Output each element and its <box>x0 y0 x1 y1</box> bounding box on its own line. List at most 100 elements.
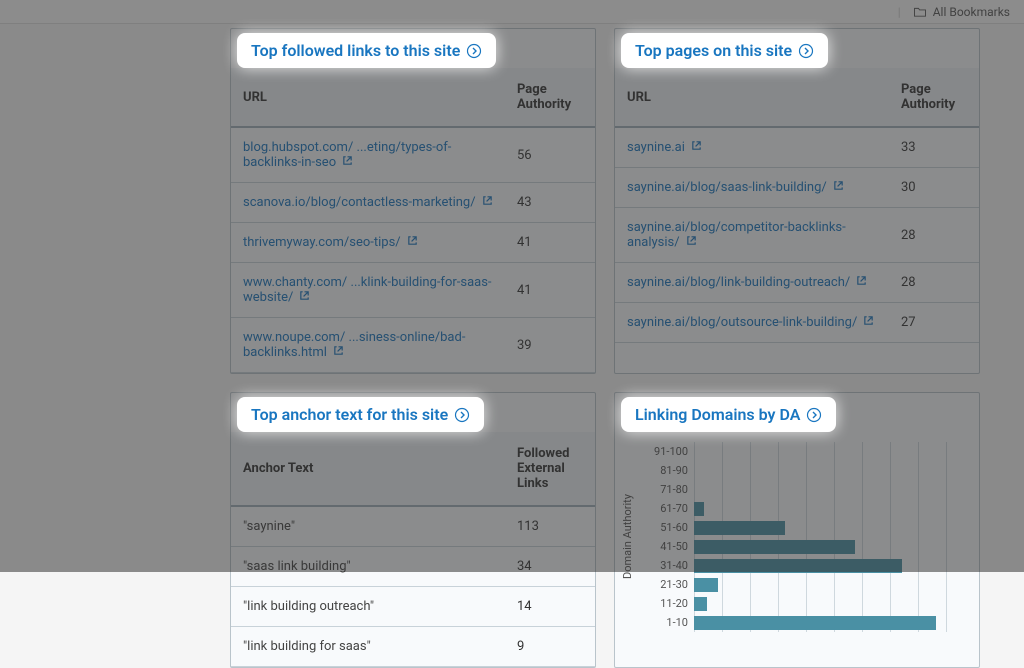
chart-bar <box>694 559 902 573</box>
all-bookmarks-link[interactable]: All Bookmarks <box>933 5 1010 19</box>
external-link-icon <box>299 290 310 305</box>
table-row: "saas link building"34 <box>231 547 595 587</box>
pa-cell: 28 <box>889 208 979 263</box>
chart-bar-area <box>694 575 963 594</box>
chart-category-label: 91-100 <box>642 445 694 458</box>
chart-row: 31-40 <box>642 556 963 575</box>
col-page-authority: Page Authority <box>889 68 979 127</box>
chart-category-label: 81-90 <box>642 464 694 477</box>
pa-cell: 43 <box>505 183 595 223</box>
table-row: blog.hubspot.com/ ...eting/types-of-back… <box>231 127 595 183</box>
external-link-icon <box>863 315 874 330</box>
anchor-cell[interactable]: "link building for saas" <box>231 627 505 667</box>
count-cell: 113 <box>505 506 595 547</box>
url-cell[interactable]: scanova.io/blog/contactless-marketing/ <box>231 183 505 223</box>
top-pages-card: Top pages on this site URL Page Authorit… <box>614 28 980 374</box>
chevron-right-circle-icon <box>798 43 814 59</box>
url-cell[interactable]: thrivemyway.com/seo-tips/ <box>231 223 505 263</box>
external-link-icon <box>482 195 493 210</box>
folder-icon <box>913 6 927 17</box>
chevron-right-circle-icon <box>806 407 822 423</box>
count-cell: 9 <box>505 627 595 667</box>
y-axis-label: Domain Authority <box>621 442 634 632</box>
chart-bar-area <box>694 518 963 537</box>
chart-category-label: 71-80 <box>642 483 694 496</box>
chart-category-label: 41-50 <box>642 540 694 553</box>
url-cell[interactable]: saynine.ai/blog/link-building-outreach/ <box>615 263 889 303</box>
chart-bar-area <box>694 594 963 613</box>
table-row: saynine.ai/blog/saas-link-building/30 <box>615 168 979 208</box>
anchor-cell[interactable]: "link building outreach" <box>231 587 505 627</box>
chart-row: 11-20 <box>642 594 963 613</box>
url-cell[interactable]: saynine.ai/blog/competitor-backlinks-ana… <box>615 208 889 263</box>
table-row: saynine.ai/blog/competitor-backlinks-ana… <box>615 208 979 263</box>
col-url: URL <box>231 68 505 127</box>
chart-category-label: 1-10 <box>642 616 694 629</box>
anchor-cell[interactable]: "saas link building" <box>231 547 505 587</box>
card-title-text: Top pages on this site <box>635 41 792 60</box>
chart-bar-area <box>694 613 963 632</box>
chart-category-label: 61-70 <box>642 502 694 515</box>
external-link-icon <box>407 235 418 250</box>
top-pages-table: URL Page Authority saynine.ai33saynine.a… <box>615 68 979 343</box>
url-cell[interactable]: www.noupe.com/ ...siness-online/bad-back… <box>231 318 505 373</box>
followed-links-card: Top followed links to this site URL Page… <box>230 28 596 374</box>
url-cell[interactable]: saynine.ai/blog/saas-link-building/ <box>615 168 889 208</box>
pa-cell: 27 <box>889 303 979 343</box>
pa-cell: 28 <box>889 263 979 303</box>
col-page-authority: Page Authority <box>505 68 595 127</box>
table-row: saynine.ai/blog/outsource-link-building/… <box>615 303 979 343</box>
count-cell: 34 <box>505 547 595 587</box>
chart-row: 21-30 <box>642 575 963 594</box>
table-row: saynine.ai/blog/link-building-outreach/2… <box>615 263 979 303</box>
external-link-icon <box>833 180 844 195</box>
pa-cell: 39 <box>505 318 595 373</box>
card-title-text: Top followed links to this site <box>251 41 460 60</box>
chart-bar <box>694 521 785 535</box>
card-title-text: Linking Domains by DA <box>635 405 800 424</box>
chart-bar-area <box>694 461 963 480</box>
table-row: scanova.io/blog/contactless-marketing/43 <box>231 183 595 223</box>
external-link-icon <box>691 140 702 155</box>
url-cell[interactable]: www.chanty.com/ ...klink-building-for-sa… <box>231 263 505 318</box>
chart-bar-area <box>694 499 963 518</box>
chart-row: 51-60 <box>642 518 963 537</box>
da-chart: Domain Authority 91-100 81-90 71-80 61-70 51… <box>615 432 979 642</box>
pa-cell: 41 <box>505 263 595 318</box>
chart-bar <box>694 578 718 592</box>
followed-links-table: URL Page Authority blog.hubspot.com/ ...… <box>231 68 595 373</box>
external-link-icon <box>856 275 867 290</box>
pa-cell: 33 <box>889 127 979 168</box>
linking-domains-title[interactable]: Linking Domains by DA <box>621 397 836 432</box>
chart-bar <box>694 540 855 554</box>
external-link-icon <box>333 345 344 360</box>
chart-row: 71-80 <box>642 480 963 499</box>
count-cell: 14 <box>505 587 595 627</box>
pa-cell: 41 <box>505 223 595 263</box>
chart-category-label: 31-40 <box>642 559 694 572</box>
table-row: thrivemyway.com/seo-tips/41 <box>231 223 595 263</box>
chevron-right-circle-icon <box>466 43 482 59</box>
anchor-cell[interactable]: "saynine" <box>231 506 505 547</box>
pa-cell: 56 <box>505 127 595 183</box>
top-pages-title[interactable]: Top pages on this site <box>621 33 828 68</box>
chart-bar-area <box>694 537 963 556</box>
followed-links-title[interactable]: Top followed links to this site <box>237 33 496 68</box>
url-cell[interactable]: blog.hubspot.com/ ...eting/types-of-back… <box>231 127 505 183</box>
anchor-text-title[interactable]: Top anchor text for this site <box>237 397 484 432</box>
chart-row: 81-90 <box>642 461 963 480</box>
col-followed-links: Followed External Links <box>505 432 595 506</box>
chart-row: 1-10 <box>642 613 963 632</box>
external-link-icon <box>686 235 697 250</box>
chart-row: 41-50 <box>642 537 963 556</box>
pa-cell: 30 <box>889 168 979 208</box>
top-bar: | All Bookmarks <box>0 0 1024 24</box>
chart-category-label: 21-30 <box>642 578 694 591</box>
table-row: www.chanty.com/ ...klink-building-for-sa… <box>231 263 595 318</box>
chart-bar <box>694 502 704 516</box>
chart-bar-area <box>694 442 963 461</box>
url-cell[interactable]: saynine.ai <box>615 127 889 168</box>
col-anchor-text: Anchor Text <box>231 432 505 506</box>
url-cell[interactable]: saynine.ai/blog/outsource-link-building/ <box>615 303 889 343</box>
anchor-text-table: Anchor Text Followed External Links "say… <box>231 432 595 667</box>
